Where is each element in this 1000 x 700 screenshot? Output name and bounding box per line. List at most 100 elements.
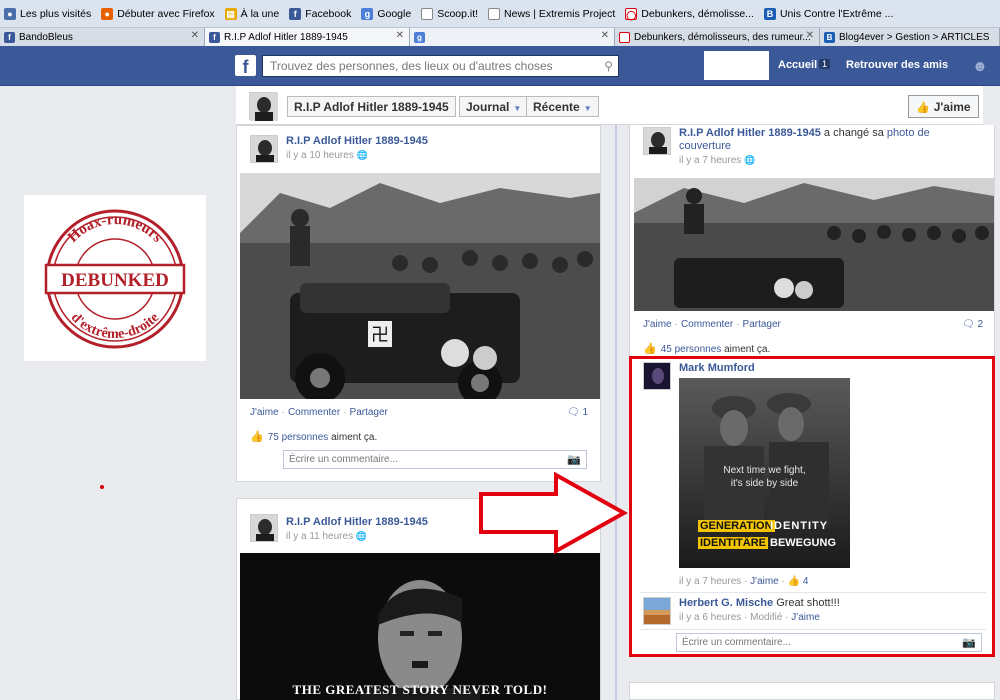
likes-suffix: aiment ça. [724, 344, 771, 355]
likes-count-link[interactable]: 75 personnes [268, 432, 329, 443]
stamp-top-text: Hoax-rumeurs [65, 212, 165, 246]
friend-requests-icon[interactable]: ☻ [972, 58, 988, 75]
recent-label: Récente [533, 100, 580, 114]
arrow-right-icon [479, 472, 628, 554]
page-header: R.I.P Adlof Hitler 1889-1945 Journal ▼ Ré… [236, 86, 983, 125]
tab-google[interactable]: g ✕ [410, 28, 615, 46]
bookmark-item[interactable]: ◯ Debunkers, démolisse... [625, 7, 754, 20]
tab-label: Debunkers, démolisseurs, des rumeur... [634, 31, 811, 43]
page-avatar[interactable] [249, 92, 278, 121]
comment-link[interactable]: Commenter [681, 319, 733, 330]
share-link[interactable]: Partager [350, 407, 388, 418]
close-tab-icon[interactable]: ✕ [806, 30, 814, 41]
avatar[interactable] [643, 127, 671, 155]
bookmark-label: Google [377, 7, 412, 20]
tab-label: R.I.P Adlof Hitler 1889-1945 [224, 31, 348, 43]
like-link[interactable]: J'aime [250, 407, 279, 418]
post-time[interactable]: il y a 11 heures 🌐 [286, 531, 367, 542]
post-actions: J'aime · Commenter · Partager [643, 319, 781, 330]
post-photo[interactable]: 卍 [240, 173, 600, 399]
post-author[interactable]: R.I.P Adlof Hitler 1889-1945 [679, 127, 821, 139]
blog-icon: B [763, 7, 776, 20]
post-time[interactable]: il y a 7 heures 🌐 [679, 155, 755, 166]
bookmark-item[interactable]: f Facebook [289, 7, 352, 20]
likes-summary: 👍 75 personnes aiment ça. [250, 430, 377, 443]
likes-suffix: aiment ça. [331, 432, 378, 443]
debunked-stamp: Hoax-rumeurs d'extrême-droite DEBUNKED [24, 195, 206, 361]
parade-photo: 卍 [240, 173, 600, 399]
post-author[interactable]: R.I.P Adlof Hitler 1889-1945 [286, 135, 428, 147]
facebook-icon: f [289, 7, 302, 20]
bookmark-item[interactable]: News | Extremis Project [488, 7, 615, 20]
highlight-box [629, 356, 995, 657]
bookmark-item[interactable]: Scoop.it! [421, 7, 479, 20]
comment-link[interactable]: Commenter [288, 407, 340, 418]
journal-label: Journal [466, 100, 510, 114]
page-icon [421, 7, 434, 20]
recent-dropdown[interactable]: Récente ▼ [526, 96, 599, 117]
stamp-debunked-text: DEBUNKED [61, 270, 169, 291]
search-input[interactable]: Trouvez des personnes, des lieux ou d'au… [262, 55, 619, 77]
home-link[interactable]: Accueil [778, 59, 817, 71]
like-link[interactable]: J'aime [643, 319, 672, 330]
post-photo[interactable] [634, 178, 994, 311]
timeline-post-left-1: R.I.P Adlof Hitler 1889-1945 il y a 10 h… [236, 125, 601, 482]
bookmark-item[interactable]: g Google [361, 7, 412, 20]
comment-count[interactable]: 🗨 2 [962, 319, 983, 330]
bookmark-label: Scoop.it! [437, 7, 479, 20]
globe-icon: 🌐 [744, 155, 756, 165]
tab-bandobleus[interactable]: f BandoBleus ✕ [0, 28, 205, 46]
thumbs-up-icon: 👍 [643, 343, 657, 355]
close-tab-icon[interactable]: ✕ [601, 30, 609, 41]
google-icon: g [361, 7, 374, 20]
tab-rip-page[interactable]: f R.I.P Adlof Hitler 1889-1945 ✕ [205, 28, 410, 46]
search-icon[interactable]: ⚲ [604, 59, 613, 73]
bookmark-label: Facebook [305, 7, 352, 20]
facebook-top-bar: f Trouvez des personnes, des lieux ou d'… [0, 46, 1000, 86]
likes-count-link[interactable]: 45 personnes [661, 344, 722, 355]
profile-block[interactable] [704, 51, 769, 80]
comment-bubble-icon: 🗨 [567, 407, 580, 418]
avatar[interactable] [250, 514, 278, 542]
journal-dropdown[interactable]: Journal ▼ [459, 96, 529, 117]
thumbs-up-icon: 👍 [916, 102, 930, 114]
avatar[interactable] [250, 135, 278, 163]
close-tab-icon[interactable]: ✕ [396, 30, 404, 41]
find-friends-link[interactable]: Retrouver des amis [846, 59, 948, 71]
share-link[interactable]: Partager [743, 319, 781, 330]
comment-count[interactable]: 🗨 1 [567, 407, 588, 418]
page-title[interactable]: R.I.P Adlof Hitler 1889-1945 [287, 96, 456, 117]
facebook-icon: f [209, 31, 220, 43]
bookmark-item[interactable]: ▤ À la une [224, 7, 280, 20]
svg-text:卍: 卍 [371, 325, 389, 345]
comment-input[interactable]: Écrire un commentaire... 📷 [283, 450, 587, 469]
post-time[interactable]: il y a 10 heures 🌐 [286, 150, 368, 161]
facebook-icon: f [4, 31, 15, 43]
facebook-logo[interactable]: f [235, 55, 256, 77]
bookmark-item[interactable]: ● Débuter avec Firefox [101, 7, 215, 20]
bookmark-label: À la une [240, 7, 280, 20]
tab-blog4ever[interactable]: B Blog4ever > Gestion > ARTICLES [820, 28, 1000, 46]
photo-caption: THE GREATEST STORY NEVER TOLD! [292, 682, 548, 697]
red-dot [100, 485, 104, 489]
post-author[interactable]: R.I.P Adlof Hitler 1889-1945 [286, 516, 428, 528]
bookmark-item[interactable]: B Unis Contre l'Extrême ... [763, 7, 893, 20]
close-tab-icon[interactable]: ✕ [191, 30, 199, 41]
bookmarks-bar: ● Les plus visités ● Débuter avec Firefox ▤ À… [0, 0, 1000, 28]
bookmark-label: Les plus visités [20, 7, 92, 20]
bookmark-item[interactable]: ● Les plus visités [4, 7, 92, 20]
post-photo[interactable]: THE GREATEST STORY NEVER TOLD! [240, 553, 600, 700]
thumbs-up-icon: 👍 [250, 431, 264, 443]
bookmark-label: Débuter avec Firefox [117, 7, 215, 20]
debunked-stamp-graphic: Hoax-rumeurs d'extrême-droite DEBUNKED [44, 209, 186, 349]
rss-icon: ▤ [224, 7, 237, 20]
firefox-icon: ● [101, 7, 114, 20]
post-author-line: R.I.P Adlof Hitler 1889-1945 a changé sa… [679, 127, 979, 153]
chevron-down-icon: ▼ [583, 104, 592, 113]
globe-icon: 🌐 [356, 150, 368, 160]
tab-debunkers[interactable]: Debunkers, démolisseurs, des rumeur... ✕ [615, 28, 820, 46]
page-like-button[interactable]: 👍 J'aime [908, 95, 979, 118]
camera-icon[interactable]: 📷 [567, 453, 581, 466]
comment-placeholder: Écrire un commentaire... [289, 454, 398, 465]
debunkers-icon: ◯ [625, 7, 638, 20]
